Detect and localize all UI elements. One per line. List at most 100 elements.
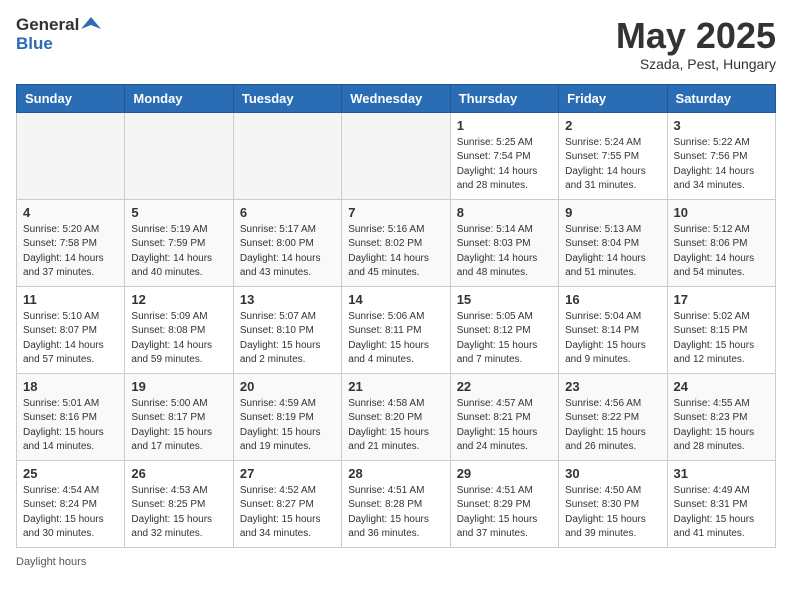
day-number: 5: [131, 205, 226, 220]
daylight-text: Daylight: 15 hours and 37 minutes.: [457, 514, 538, 540]
calendar-cell: 1Sunrise: 5:25 AMSunset: 7:54 PMDaylight…: [450, 112, 558, 199]
day-number: 23: [565, 379, 660, 394]
week-row-1: 1Sunrise: 5:25 AMSunset: 7:54 PMDaylight…: [17, 112, 776, 199]
day-info: Sunrise: 5:06 AMSunset: 8:11 PMDaylight:…: [348, 310, 443, 368]
sunset-text: Sunset: 7:54 PM: [457, 151, 531, 162]
sunrise-text: Sunrise: 4:58 AM: [348, 398, 424, 409]
sunrise-text: Sunrise: 5:10 AM: [23, 311, 99, 322]
day-info: Sunrise: 4:58 AM Sunset: 8:20 PM Daylight:…: [348, 397, 443, 455]
sunset-text: Sunset: 8:03 PM: [457, 238, 531, 249]
daylight-text: Daylight: 15 hours and 19 minutes.: [240, 427, 321, 453]
calendar-cell: 21 Sunrise: 4:58 AM Sunset: 8:20 PM Dayligh…: [342, 373, 450, 460]
daylight-text: Daylight: 15 hours and 32 minutes.: [131, 514, 212, 540]
sunrise-text: Sunrise: 4:51 AM: [348, 485, 424, 496]
day-info: Sunrise: 4:51 AMSunset: 8:28 PMDaylight:…: [348, 484, 443, 542]
calendar-cell: 10 Sunrise: 5:12 AMSunset: 8:06 PMDayligh…: [667, 199, 775, 286]
calendar-cell: 30Sunrise: 4:50 AMSunset: 8:30 PMDayligh…: [559, 460, 667, 547]
daylight-text: Daylight: 15 hours and 14 minutes.: [23, 427, 104, 453]
daylight-text: Daylight: 15 hours and 17 minutes.: [131, 427, 212, 453]
calendar-cell: 20Sunrise: 4:59 AMSunset: 8:19 PMDayligh…: [233, 373, 341, 460]
sunrise-text: Sunrise: 5:02 AM: [674, 311, 750, 322]
sunrise-text: Sunrise: 5:22 AM: [674, 137, 750, 148]
calendar-title: May 2025: [616, 16, 776, 56]
sunset-text: Sunset: 8:20 PM: [348, 412, 422, 423]
sunrise-text: Sunrise: 4:56 AM: [565, 398, 641, 409]
sunset-text: Sunset: 8:15 PM: [674, 325, 748, 336]
day-number: 2: [565, 118, 660, 133]
sunset-text: Sunset: 8:12 PM: [457, 325, 531, 336]
day-info: Sunrise: 5:07 AMSunset: 8:10 PMDaylight:…: [240, 310, 335, 368]
day-info: Sunrise: 4:55 AMSunset: 8:23 PMDaylight:…: [674, 397, 769, 455]
day-info: Sunrise: 4:49 AMSunset: 8:31 PMDaylight:…: [674, 484, 769, 542]
calendar-cell: 26Sunrise: 4:53 AMSunset: 8:25 PMDayligh…: [125, 460, 233, 547]
day-number: 24: [674, 379, 769, 394]
day-number: 20: [240, 379, 335, 394]
sunrise-text: Sunrise: 5:16 AM: [348, 224, 424, 235]
sunset-text: Sunset: 8:16 PM: [23, 412, 97, 423]
day-info: Sunrise: 5:20 AMSunset: 7:58 PMDaylight:…: [23, 223, 118, 281]
day-number: 8: [457, 205, 552, 220]
sunset-text: Sunset: 8:22 PM: [565, 412, 639, 423]
header-sunday: Sunday: [17, 84, 125, 112]
calendar-cell: 22Sunrise: 4:57 AMSunset: 8:21 PMDayligh…: [450, 373, 558, 460]
sunrise-text: Sunrise: 4:52 AM: [240, 485, 316, 496]
day-number: 16: [565, 292, 660, 307]
daylight-text: Daylight: 15 hours and 21 minutes.: [348, 427, 429, 453]
day-number: 1: [457, 118, 552, 133]
day-number: 9: [565, 205, 660, 220]
sunset-text: Sunset: 8:06 PM: [674, 238, 748, 249]
calendar-cell: 11 Sunrise: 5:10 AMSunset: 8:07 PMDayligh…: [17, 286, 125, 373]
sunrise-text: Sunrise: 5:00 AM: [131, 398, 207, 409]
daylight-text: Daylight: 14 hours and 31 minutes.: [565, 166, 646, 192]
header-friday: Friday: [559, 84, 667, 112]
sunrise-text: Sunrise: 4:49 AM: [674, 485, 750, 496]
day-number: 27: [240, 466, 335, 481]
sunset-text: Sunset: 8:04 PM: [565, 238, 639, 249]
sunset-text: Sunset: 8:14 PM: [565, 325, 639, 336]
sunset-text: Sunset: 7:56 PM: [674, 151, 748, 162]
calendar-cell: 28Sunrise: 4:51 AMSunset: 8:28 PMDayligh…: [342, 460, 450, 547]
day-info: Sunrise: 5:22 AM Sunset: 7:56 PM Daylight:…: [674, 136, 769, 194]
day-number: 6: [240, 205, 335, 220]
day-number: 14: [348, 292, 443, 307]
calendar-cell: 14 Sunrise: 5:06 AMSunset: 8:11 PMDayligh…: [342, 286, 450, 373]
calendar-cell: 24 Sunrise: 4:55 AMSunset: 8:23 PMDayligh…: [667, 373, 775, 460]
day-number: 4: [23, 205, 118, 220]
daylight-text: Daylight: 14 hours and 48 minutes.: [457, 253, 538, 279]
calendar-cell: 29Sunrise: 4:51 AMSunset: 8:29 PMDayligh…: [450, 460, 558, 547]
sunrise-text: Sunrise: 4:55 AM: [674, 398, 750, 409]
day-info: Sunrise: 5:04 AMSunset: 8:14 PMDaylight:…: [565, 310, 660, 368]
sunrise-text: Sunrise: 5:09 AM: [131, 311, 207, 322]
calendar-cell: [233, 112, 341, 199]
day-number: 15: [457, 292, 552, 307]
calendar-cell: 3Sunrise: 5:22 AMSunset: 7:56 PMDaylight…: [667, 112, 775, 199]
daylight-text: Daylight: 14 hours and 45 minutes.: [348, 253, 429, 279]
day-info: Sunrise: 5:02 AMSunset: 8:15 PMDaylight:…: [674, 310, 769, 368]
daylight-text: Daylight: 15 hours and 4 minutes.: [348, 340, 429, 366]
week-row-5: 25Sunrise: 4:54 AMSunset: 8:24 PMDayligh…: [17, 460, 776, 547]
sunset-text: Sunset: 8:21 PM: [457, 412, 531, 423]
day-number: 21: [348, 379, 443, 394]
sunset-text: Sunset: 8:28 PM: [348, 499, 422, 510]
day-info: Sunrise: 5:19 AMSunset: 7:59 PMDaylight:…: [131, 223, 226, 281]
day-number: 10: [674, 205, 769, 220]
sunrise-text: Sunrise: 4:53 AM: [131, 485, 207, 496]
daylight-text: Daylight: 14 hours and 34 minutes.: [674, 166, 755, 192]
day-number: 11: [23, 292, 118, 307]
sunrise-text: Sunrise: 4:54 AM: [23, 485, 99, 496]
sunset-text: Sunset: 7:55 PM: [565, 151, 639, 162]
sunrise-text: Sunrise: 5:06 AM: [348, 311, 424, 322]
calendar-subtitle: Szada, Pest, Hungary: [616, 56, 776, 72]
day-number: 25: [23, 466, 118, 481]
day-info: Sunrise: 5:13 AMSunset: 8:04 PMDaylight:…: [565, 223, 660, 281]
daylight-text: Daylight: 15 hours and 28 minutes.: [674, 427, 755, 453]
day-number: 7: [348, 205, 443, 220]
day-info: Sunrise: 5:10 AMSunset: 8:07 PMDaylight:…: [23, 310, 118, 368]
daylight-text: Daylight: 15 hours and 30 minutes.: [23, 514, 104, 540]
calendar-cell: 15Sunrise: 5:05 AMSunset: 8:12 PMDayligh…: [450, 286, 558, 373]
day-info: Sunrise: 5:12 AMSunset: 8:06 PMDaylight:…: [674, 223, 769, 281]
sunrise-text: Sunrise: 4:57 AM: [457, 398, 533, 409]
sunrise-text: Sunrise: 5:01 AM: [23, 398, 99, 409]
sunset-text: Sunset: 8:30 PM: [565, 499, 639, 510]
sunset-text: Sunset: 8:00 PM: [240, 238, 314, 249]
